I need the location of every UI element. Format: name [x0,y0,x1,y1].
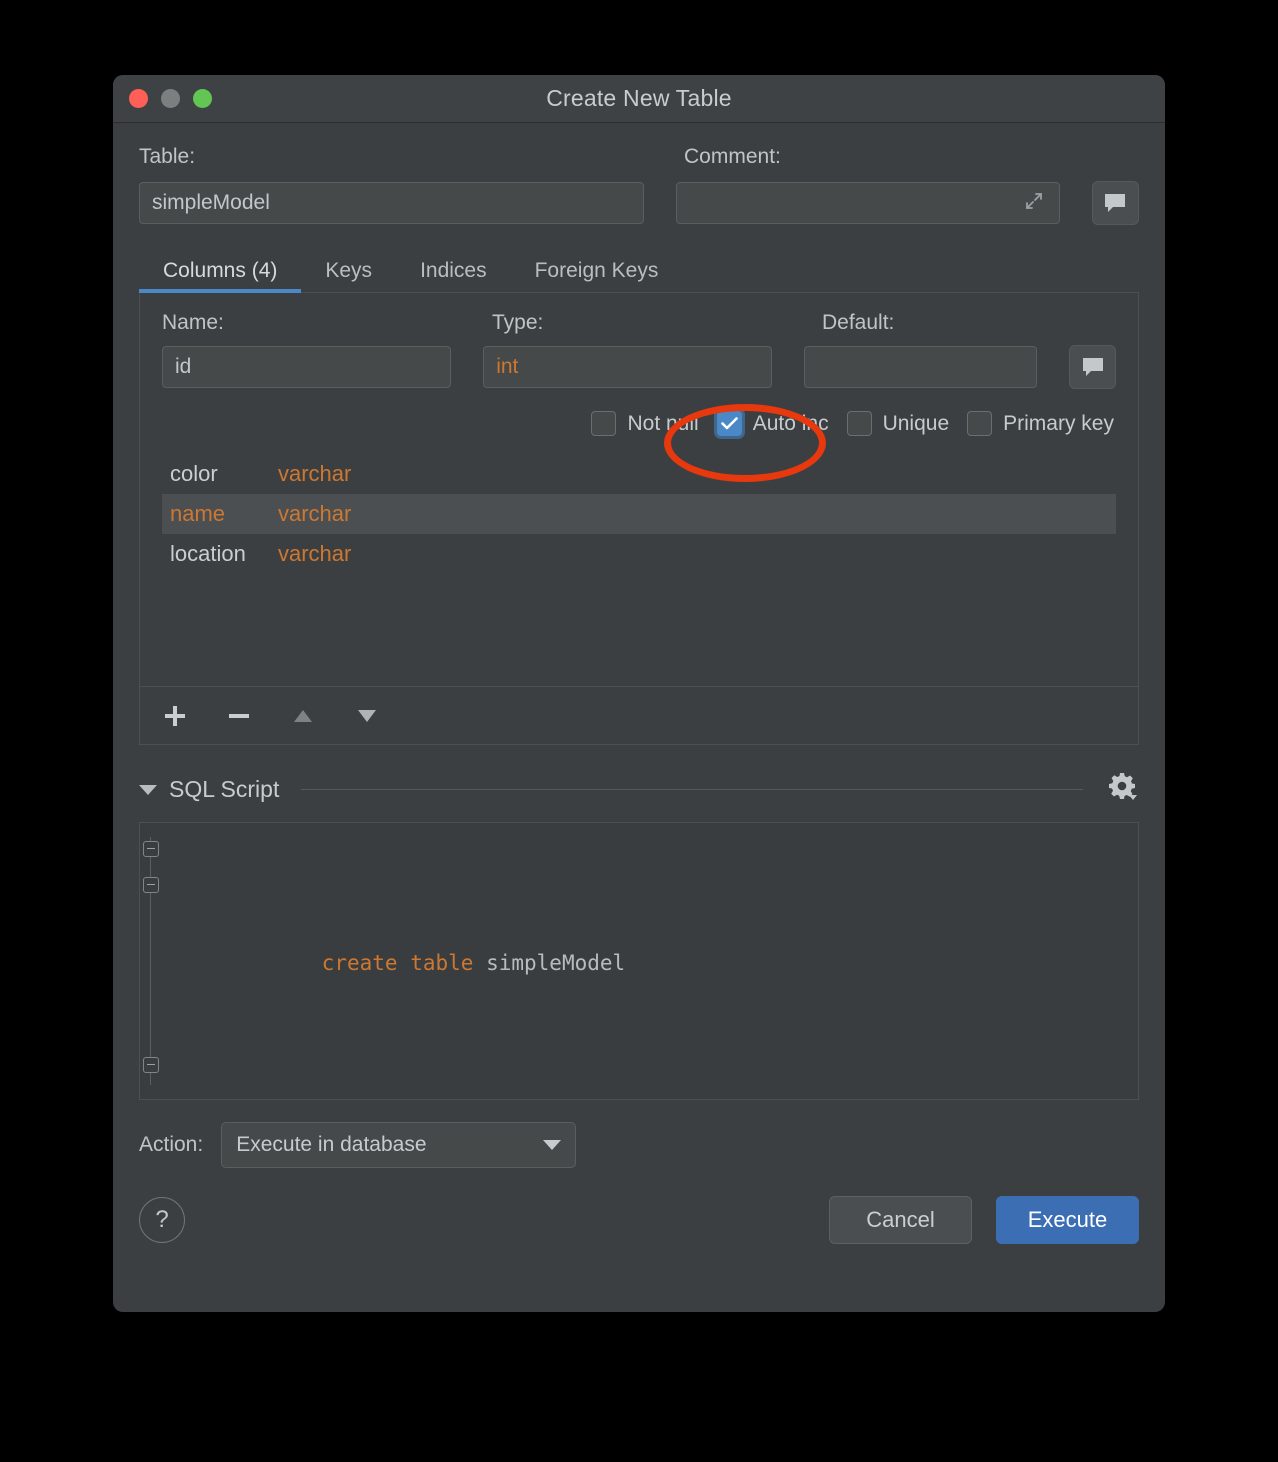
column-row-name: color [170,461,218,486]
sql-editor[interactable]: create table simpleModel ( id int auto_i… [139,822,1139,1100]
column-row-type: varchar [278,501,352,526]
checkbox-not-null[interactable]: Not null [591,411,699,436]
arrow-up-icon [294,709,312,722]
top-field-row: simpleModel [139,181,1139,225]
comment-input[interactable] [675,182,1060,224]
columns-panel: Name: Type: Default: id int Not null Aut… [139,292,1139,745]
column-row-type: varchar [278,541,352,566]
remove-column-button[interactable] [222,699,256,733]
editor-gutter [140,823,162,1099]
move-down-button[interactable] [350,699,384,733]
sql-script-header[interactable]: SQL Script [139,771,1139,808]
list-item[interactable]: color varchar [162,454,1116,494]
checkmark-icon [720,417,738,430]
dialog-body: Table: Comment: simpleModel Columns (4) … [113,123,1165,1312]
minus-icon [229,713,249,718]
column-field-row: id int [162,345,1116,389]
fold-marker-icon[interactable] [143,841,159,857]
primary-key-label: Primary key [1003,411,1114,435]
footer-buttons: Cancel Execute [829,1196,1139,1244]
speech-bubble-icon [1082,358,1103,376]
plus-icon [165,705,185,726]
code-line: ( [170,1089,650,1099]
unique-checkbox[interactable] [846,411,872,436]
column-field-labels: Name: Type: Default: [162,311,1116,335]
not-null-label: Not null [627,411,699,435]
dialog-footer: ? Cancel Execute [139,1196,1139,1248]
checkbox-unique[interactable]: Unique [846,411,950,436]
column-row-name: location [170,541,246,566]
tab-columns[interactable]: Columns (4) [139,259,302,293]
default-label: Default: [822,311,895,334]
checkbox-primary-key[interactable]: Primary key [967,411,1114,436]
column-editor: Name: Type: Default: id int Not null Aut… [140,293,1138,686]
unique-label: Unique [882,411,950,435]
sql-script-title: SQL Script [169,776,280,802]
list-toolbar [140,686,1138,744]
move-up-button[interactable] [286,699,320,733]
tab-indices[interactable]: Indices [396,259,511,293]
code-token: simpleModel [486,951,626,975]
window-titlebar: Create New Table [113,75,1165,123]
code-line: create table simpleModel [170,909,650,1017]
comment-button[interactable] [1091,181,1139,225]
expand-arrows-icon[interactable] [1023,190,1047,216]
column-flags: Not null Auto inc Unique Primary key [162,411,1116,436]
tab-keys[interactable]: Keys [301,259,396,293]
fold-marker-icon[interactable] [143,877,159,893]
column-default-input[interactable] [804,346,1038,388]
name-label: Name: [162,311,224,334]
chevron-down-icon[interactable] [139,784,157,795]
list-item[interactable]: location varchar [162,534,1116,574]
action-select[interactable]: Execute in database [221,1122,577,1168]
column-row-type: varchar [278,461,352,486]
checkbox-auto-inc[interactable]: Auto inc [716,411,829,436]
speech-bubble-icon [1105,194,1126,212]
help-button[interactable]: ? [139,1197,185,1243]
fold-marker-icon[interactable] [143,1057,159,1073]
action-select-value: Execute in database [236,1133,427,1156]
add-column-button[interactable] [158,699,192,733]
arrow-down-icon [358,709,376,722]
code-token: create table [321,951,487,975]
sql-settings-button[interactable] [1105,771,1139,808]
divider [301,789,1083,790]
action-row: Action: Execute in database [139,1122,1139,1168]
screen: Create New Table Table: Comment: simpleM… [0,0,1278,1462]
fold-line [150,837,151,1085]
columns-list[interactable]: color varchar name varchar location varc… [162,454,1116,686]
create-new-table-dialog: Create New Table Table: Comment: simpleM… [113,75,1165,1312]
column-row-name: name [170,501,226,526]
not-null-checkbox[interactable] [591,411,617,436]
column-name-input[interactable]: id [162,346,452,388]
table-name-input[interactable]: simpleModel [139,182,644,224]
execute-button[interactable]: Execute [996,1196,1139,1244]
top-field-labels: Table: Comment: [139,145,1139,169]
column-comment-button[interactable] [1069,345,1116,389]
column-type-input[interactable]: int [483,346,773,388]
primary-key-checkbox[interactable] [967,411,993,436]
cancel-button[interactable]: Cancel [829,1196,972,1244]
auto-inc-label: Auto inc [752,411,829,435]
auto-inc-checkbox[interactable] [716,411,742,436]
table-label: Table: [139,145,196,168]
window-title: Create New Table [546,85,732,111]
list-item[interactable]: name varchar [162,494,1116,534]
sql-code[interactable]: create table simpleModel ( id int auto_i… [162,823,650,1099]
action-label: Action: [139,1133,204,1156]
chevron-down-icon[interactable] [543,1140,562,1150]
tab-bar: Columns (4) Keys Indices Foreign Keys [139,247,1139,293]
comment-label: Comment: [684,145,781,168]
gear-icon [1109,773,1137,800]
tab-foreign-keys[interactable]: Foreign Keys [511,259,683,293]
type-label: Type: [492,311,544,334]
